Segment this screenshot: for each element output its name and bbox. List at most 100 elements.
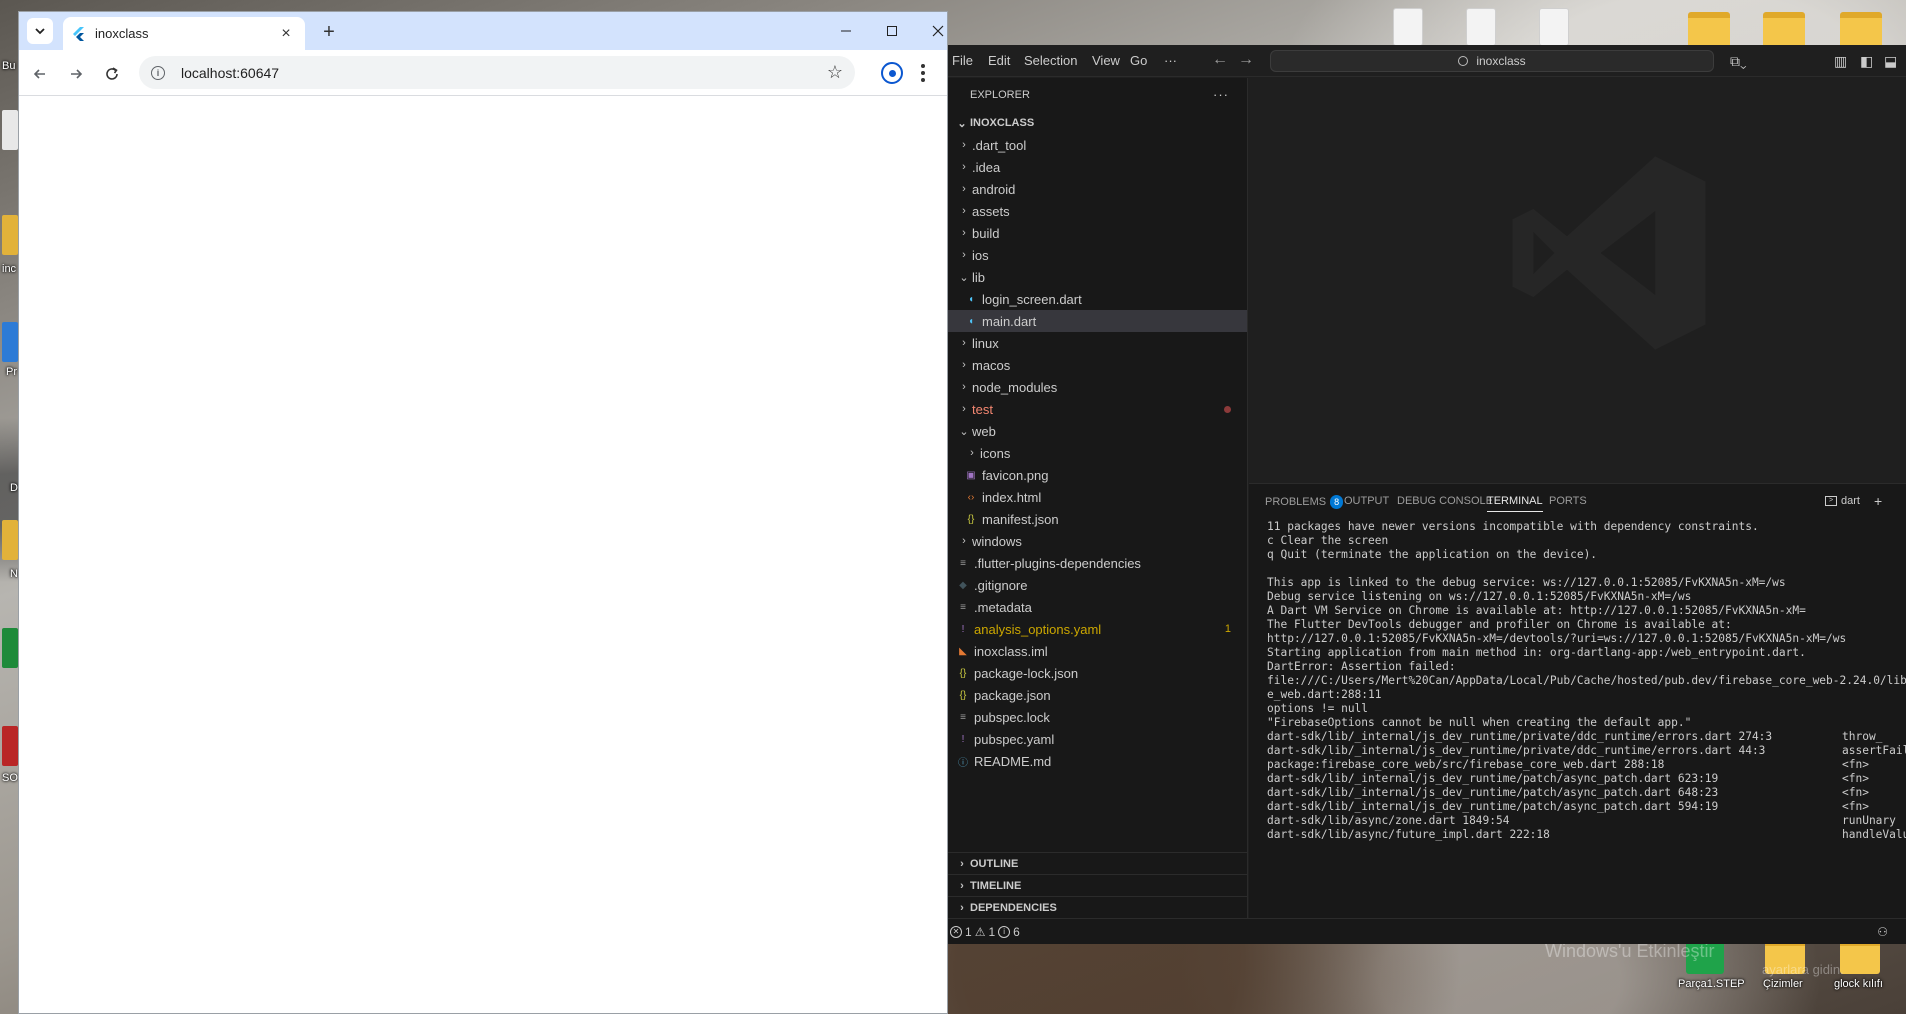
nav-back-icon[interactable]: ←: [1212, 51, 1228, 69]
tab-close-icon[interactable]: ×: [277, 25, 295, 43]
desktop-file-icon[interactable]: [1466, 8, 1496, 46]
tree-item[interactable]: › .dart_tool: [948, 134, 1247, 156]
tab-output[interactable]: OUTPUT: [1344, 495, 1389, 507]
tree-item[interactable]: ‹› index.html: [948, 486, 1247, 508]
desktop-icon-left[interactable]: [2, 215, 18, 255]
tree-item-label: main.dart: [982, 313, 1037, 329]
section-outline[interactable]: › OUTLINE: [948, 852, 1248, 874]
desktop-file-icon[interactable]: [1393, 8, 1423, 46]
minimize-button[interactable]: [831, 19, 861, 43]
tab-debug-console[interactable]: DEBUG CONSOLE: [1397, 495, 1493, 507]
tree-item[interactable]: › macos: [948, 354, 1247, 376]
tab-problems[interactable]: PROBLEMS 8: [1265, 495, 1344, 509]
toggle-panel-icon[interactable]: ⬓: [1884, 53, 1897, 70]
status-infos: 6: [1013, 924, 1020, 939]
terminal-line: dart-sdk/lib/_internal/js_dev_runtime/pa…: [1267, 786, 1906, 800]
copilot-status-icon[interactable]: ⚇: [1877, 925, 1888, 939]
tree-item[interactable]: ◖ main.dart: [948, 310, 1247, 332]
desktop-file-icon[interactable]: [1539, 8, 1569, 46]
tab-ports[interactable]: PORTS: [1549, 495, 1587, 507]
bookmark-star-icon[interactable]: ☆: [827, 62, 843, 83]
explorer-more-icon[interactable]: ···: [1213, 87, 1229, 102]
profile-avatar-icon[interactable]: [881, 62, 903, 84]
tree-item[interactable]: ≡ pubspec.lock: [948, 706, 1247, 728]
tree-item[interactable]: › test: [948, 398, 1247, 420]
terminal-line-text: dart-sdk/lib/async/zone.dart 1849:54: [1267, 814, 1510, 827]
menu-go[interactable]: Go: [1130, 53, 1147, 68]
section-dependencies[interactable]: › DEPENDENCIES: [948, 896, 1248, 918]
terminal-line-text: dart-sdk/lib/_internal/js_dev_runtime/pr…: [1267, 730, 1773, 743]
menu-selection[interactable]: Selection: [1024, 53, 1077, 68]
tree-item[interactable]: › icons: [948, 442, 1247, 464]
desktop-icon-left[interactable]: [2, 726, 18, 766]
menu-view[interactable]: View: [1092, 53, 1120, 68]
tree-item-label: .gitignore: [974, 577, 1028, 593]
tree-item[interactable]: {} manifest.json: [948, 508, 1247, 530]
toggle-sidebar-icon[interactable]: ◧: [1860, 53, 1873, 70]
tree-item-label: README.md: [974, 753, 1052, 769]
tree-item[interactable]: › windows: [948, 530, 1247, 552]
desktop-folder-icon[interactable]: [1840, 940, 1880, 974]
command-center-search[interactable]: inoxclass: [1270, 50, 1714, 72]
problems-count-badge: 8: [1330, 495, 1344, 509]
tree-item[interactable]: ◖ login_screen.dart: [948, 288, 1247, 310]
tree-item[interactable]: › linux: [948, 332, 1247, 354]
back-button[interactable]: [27, 61, 53, 87]
terminal-name: dart: [1841, 495, 1860, 507]
copilot-icon[interactable]: ⧉⌄: [1730, 53, 1747, 70]
tree-item[interactable]: › .idea: [948, 156, 1247, 178]
terminal-line: dart-sdk/lib/_internal/js_dev_runtime/pr…: [1267, 744, 1906, 758]
chevron-right-icon: ›: [962, 381, 966, 393]
iml-file-icon: ◣: [959, 645, 967, 657]
status-bar: ✕ 1 ⚠ 1 i 6 ⚇: [948, 918, 1906, 944]
tree-item[interactable]: › assets: [948, 200, 1247, 222]
tree-item[interactable]: ⌄ web: [948, 420, 1247, 442]
tree-item-label: icons: [980, 445, 1011, 461]
url-text[interactable]: localhost:60647: [181, 65, 827, 81]
tree-item[interactable]: {} package-lock.json: [948, 662, 1247, 684]
tree-item[interactable]: ≡ .flutter-plugins-dependencies: [948, 552, 1247, 574]
site-info-icon[interactable]: i: [151, 65, 165, 80]
tree-item[interactable]: ⓘ README.md: [948, 750, 1247, 772]
tree-item[interactable]: ⌄ lib: [948, 266, 1247, 288]
editor-area-empty[interactable]: [1249, 78, 1906, 483]
chrome-menu-button[interactable]: [915, 60, 931, 86]
tree-item[interactable]: {} package.json: [948, 684, 1247, 706]
close-window-button[interactable]: [923, 19, 947, 43]
nav-forward-icon[interactable]: →: [1238, 51, 1254, 69]
tree-item[interactable]: ! pubspec.yaml: [948, 728, 1247, 750]
terminal-output[interactable]: 11 packages have newer versions incompat…: [1267, 520, 1906, 918]
menu-more[interactable]: ···: [1164, 53, 1177, 68]
tree-item[interactable]: ◣ inoxclass.iml: [948, 640, 1247, 662]
tree-item[interactable]: › android: [948, 178, 1247, 200]
menu-file[interactable]: File: [952, 53, 973, 68]
maximize-button[interactable]: [877, 19, 907, 43]
desktop-icon-left[interactable]: [2, 520, 18, 560]
tree-item[interactable]: ◆ .gitignore: [948, 574, 1247, 596]
desktop-icon-left[interactable]: [2, 628, 18, 668]
desktop-icon-left[interactable]: [2, 322, 18, 362]
new-terminal-icon[interactable]: +: [1874, 493, 1882, 509]
new-tab-button[interactable]: +: [316, 19, 342, 45]
section-timeline[interactable]: › TIMELINE: [948, 874, 1248, 896]
tree-item[interactable]: › node_modules: [948, 376, 1247, 398]
tree-item[interactable]: ! analysis_options.yaml 1: [948, 618, 1247, 640]
browser-tab[interactable]: inoxclass ×: [63, 17, 305, 50]
menu-edit[interactable]: Edit: [988, 53, 1010, 68]
tab-terminal[interactable]: TERMINAL: [1487, 495, 1543, 512]
address-bar[interactable]: i localhost:60647 ☆: [139, 56, 855, 89]
tree-item[interactable]: ≡ .metadata: [948, 596, 1247, 618]
tree-item[interactable]: ▣ favicon.png: [948, 464, 1247, 486]
terminal-instance[interactable]: > dart +: [1825, 493, 1882, 509]
status-problems[interactable]: ✕ 1 ⚠ 1 i 6: [950, 925, 1020, 939]
desktop-icon-left[interactable]: [2, 110, 18, 150]
layout-icon[interactable]: ▥: [1834, 53, 1847, 70]
forward-button[interactable]: [63, 61, 89, 87]
tab-search-button[interactable]: [27, 18, 53, 44]
tree-item[interactable]: › build: [948, 222, 1247, 244]
terminal-line: package:firebase_core_web/src/firebase_c…: [1267, 758, 1906, 772]
page-content-blank[interactable]: [19, 96, 947, 1013]
reload-button[interactable]: [99, 61, 125, 87]
workspace-root[interactable]: ⌄ INOXCLASS: [948, 112, 1247, 134]
tree-item[interactable]: › ios: [948, 244, 1247, 266]
